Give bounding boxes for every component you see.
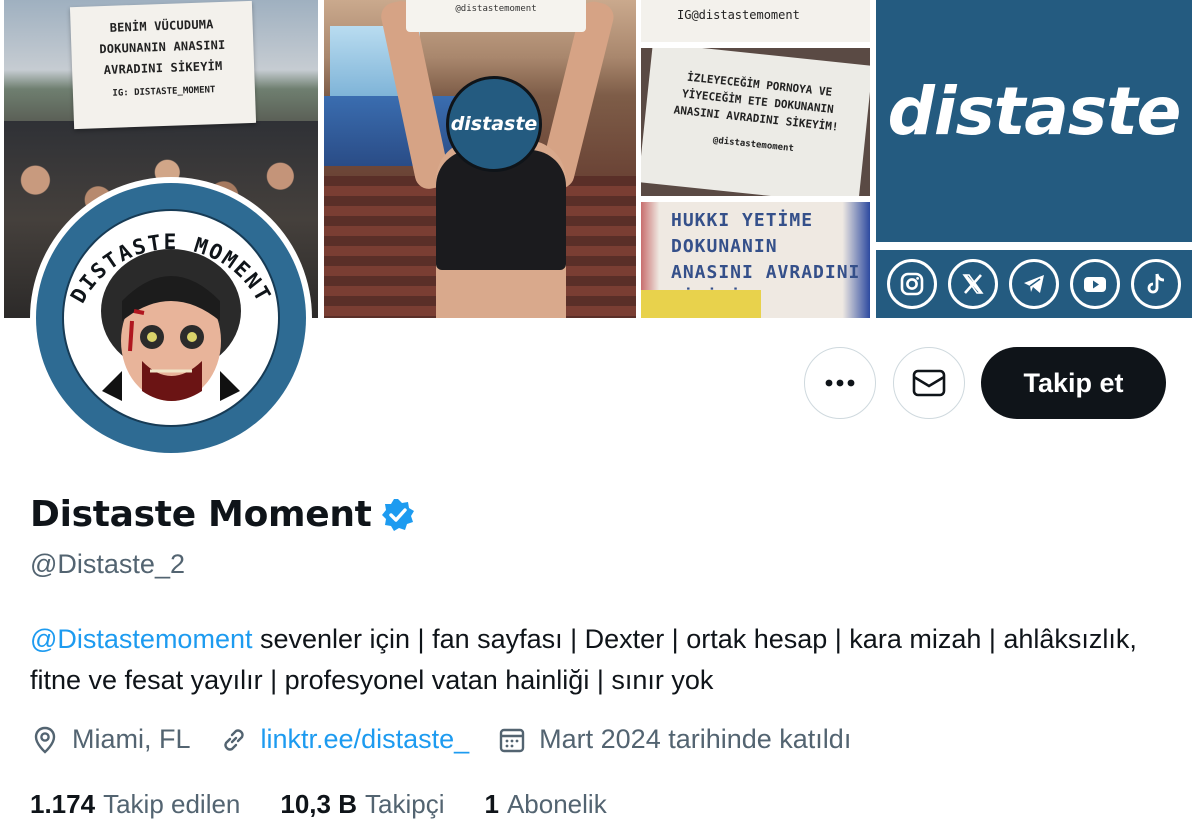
banner-sign-top-right: IG@distastemoment xyxy=(641,0,870,42)
instagram-icon xyxy=(887,259,938,309)
subscriptions-label: Abonelik xyxy=(506,789,607,819)
banner-brand-logo: distaste xyxy=(876,0,1192,242)
telegram-icon xyxy=(1008,259,1059,309)
yellow-sign xyxy=(641,290,761,318)
sign-line: HUKKI YETİME xyxy=(671,210,814,231)
more-options-button[interactable] xyxy=(804,347,876,419)
location-text: Miami, FL xyxy=(72,724,191,754)
tiktok-icon xyxy=(1130,259,1181,309)
held-sign-tag: @distastemoment xyxy=(455,4,537,14)
link-icon xyxy=(223,728,244,751)
banner-sign-middle: İZLEYECEĞİM PORNOYA VE YİYECEĞİM ETE DOK… xyxy=(641,48,870,196)
banner-protest-sign-left: BENİM VÜCUDUMA DOKUNANIN ANASINI AVRADIN… xyxy=(69,0,257,130)
following-label: Takip edilen xyxy=(103,789,241,819)
followers-stat[interactable]: 10,3 B Takipçi xyxy=(280,789,444,820)
location-item: Miami, FL xyxy=(30,724,191,755)
followers-label: Takipçi xyxy=(365,789,445,819)
profile-stats: 1.174 Takip edilen 10,3 B Takipçi 1 Abon… xyxy=(30,789,647,820)
sign-tag: IG@distastemoment xyxy=(677,8,800,22)
sign-tag: IG: DISTASTE_MOMENT xyxy=(112,85,216,99)
brand-logo-text: distaste xyxy=(887,72,1182,150)
profile-meta: Miami, FL linktr.ee/distaste_ Mart 2024 … xyxy=(30,724,879,755)
followers-count: 10,3 B xyxy=(280,789,357,819)
joined-item: Mart 2024 tarihinde katıldı xyxy=(497,724,851,755)
sign-line: DOKUNANIN xyxy=(671,236,778,257)
calendar-icon xyxy=(499,728,525,752)
mail-icon xyxy=(912,369,946,397)
bio-mention-link[interactable]: @Distastemoment xyxy=(30,624,252,654)
banner-sign-bottom: HUKKI YETİME DOKUNANIN ANASINI AVRADINI … xyxy=(641,202,870,318)
more-icon xyxy=(825,379,855,387)
face-cover-logo: distaste xyxy=(446,76,542,172)
x-icon xyxy=(948,259,999,309)
sign-line: ANASINI AVRADINI xyxy=(671,262,861,283)
following-count: 1.174 xyxy=(30,789,96,819)
website-item[interactable]: linktr.ee/distaste_ xyxy=(219,724,470,755)
avatar-ring: DISTASTE MOMENT xyxy=(36,183,306,453)
profile-bio: @Distastemoment sevenler için | fan sayf… xyxy=(30,619,1180,701)
verified-badge-icon[interactable] xyxy=(380,497,416,533)
location-pin-icon xyxy=(34,726,56,754)
face-logo-text: distaste xyxy=(450,113,538,135)
banner-social-icons xyxy=(876,250,1192,318)
held-sign: @distastemoment xyxy=(406,0,586,32)
profile-name-row: Distaste Moment xyxy=(30,494,416,535)
zombie-illustration xyxy=(101,249,241,401)
message-button[interactable] xyxy=(893,347,965,419)
profile-avatar[interactable]: DISTASTE MOMENT xyxy=(30,177,312,459)
subscriptions-count: 1 xyxy=(484,789,499,819)
website-link[interactable]: linktr.ee/distaste_ xyxy=(261,724,470,755)
joined-date-text: Mart 2024 tarihinde katıldı xyxy=(539,724,852,754)
username-handle: @Distaste_2 xyxy=(30,549,185,579)
subscriptions-stat[interactable]: 1 Abonelik xyxy=(484,789,606,820)
follow-button[interactable]: Takip et xyxy=(981,347,1166,419)
sign-paper: İZLEYECEĞİM PORNOYA VE YİYECEĞİM ETE DOK… xyxy=(641,48,870,196)
display-name: Distaste Moment xyxy=(30,494,372,535)
youtube-icon xyxy=(1069,259,1120,309)
following-stat[interactable]: 1.174 Takip edilen xyxy=(30,789,240,820)
